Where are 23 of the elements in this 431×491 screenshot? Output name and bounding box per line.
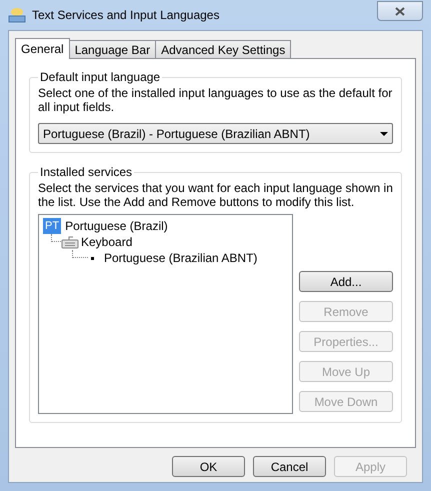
button[interactable]: Add... — [299, 271, 393, 292]
keyboard-icon — [61, 235, 79, 249]
group-title: Installed services — [39, 164, 134, 181]
dropdown[interactable]: Portuguese (Brazil) - Portuguese (Brazilian ABNT) — [38, 123, 393, 144]
tree-item[interactable]: Portuguese (Brazil) — [65, 217, 168, 235]
tree-item[interactable]: Keyboard — [81, 233, 132, 251]
language-badge: PT — [43, 218, 62, 234]
dropdown-arrow-icon — [380, 132, 388, 136]
close-button[interactable] — [377, 1, 423, 21]
tab[interactable]: Advanced Key Settings — [155, 40, 292, 58]
tree-item[interactable]: Portuguese (Brazilian ABNT) — [104, 249, 258, 267]
bullet-icon — [91, 256, 94, 260]
window-title: Text Services and Input Languages — [32, 7, 220, 24]
group-title: Default input language — [39, 69, 162, 86]
close-icon — [395, 6, 405, 16]
tab[interactable]: General — [15, 38, 70, 59]
app-icon — [8, 7, 26, 23]
description: Select the services that you want for each input language shown in the list. Use the Add and Remove buttons to modify this list. — [38, 181, 393, 209]
description: Select one of the installed input languages to use as the default for all input fields. — [38, 86, 393, 114]
services-tree[interactable]: PT Portuguese (Brazil) Keyboard Portuguese (Brazilian ABNT) — [38, 214, 293, 414]
button[interactable]: OK — [172, 456, 245, 477]
button[interactable]: Cancel — [253, 456, 326, 477]
tab[interactable]: Language Bar — [68, 40, 156, 58]
